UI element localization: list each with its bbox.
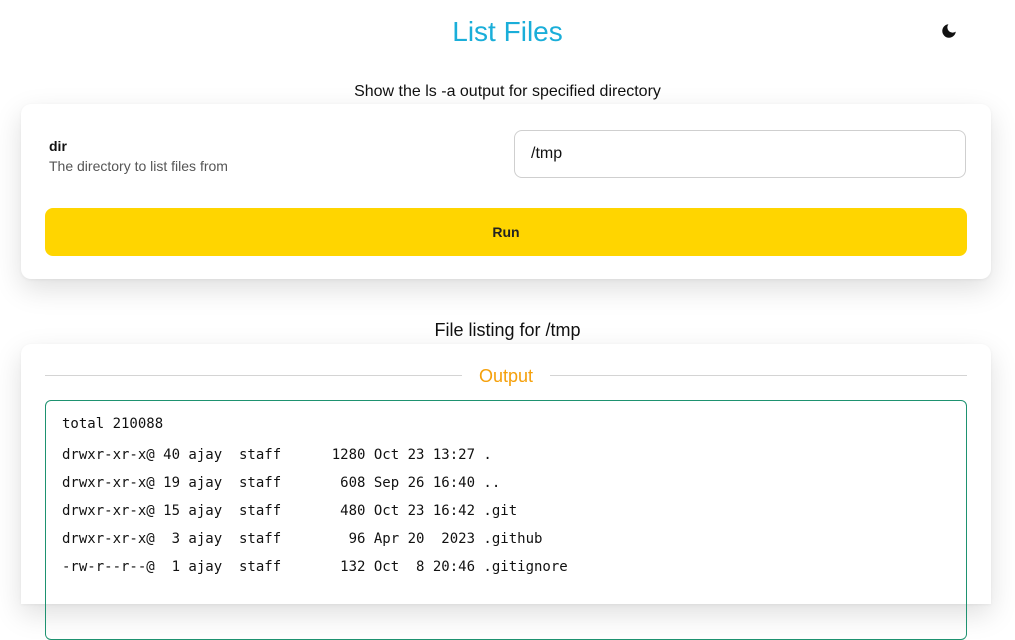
theme-toggle-button[interactable] — [936, 18, 962, 44]
field-label-dir: dir — [49, 138, 67, 154]
form-card: dir The directory to list files from Run — [21, 104, 991, 279]
output-line: drwxr-xr-x@ 19 ajay staff 608 Sep 26 16:… — [62, 475, 501, 491]
run-button[interactable]: Run — [45, 208, 967, 256]
page-title: List Files — [452, 16, 563, 47]
output-card: Output total 210088 drwxr-xr-x@ 40 ajay … — [21, 344, 991, 640]
divider-right — [550, 375, 967, 376]
output-section-label: Output — [478, 366, 534, 386]
output-line: total 210088 — [62, 416, 164, 432]
divider-left — [45, 375, 462, 376]
result-title: File listing for /tmp — [434, 320, 581, 340]
output-line: -rw-r--r--@ 1 ajay staff 132 Oct 8 20:46… — [62, 559, 568, 575]
output-line: drwxr-xr-x@ 15 ajay staff 480 Oct 23 16:… — [62, 503, 518, 519]
output-box[interactable]: total 210088 drwxr-xr-x@ 40 ajay staff 1… — [45, 400, 967, 640]
moon-icon — [942, 24, 956, 38]
dir-input[interactable] — [514, 130, 966, 178]
tool-description: Show the ls -a output for specified dire… — [354, 83, 661, 100]
output-line: drwxr-xr-x@ 3 ajay staff 96 Apr 20 2023 … — [62, 531, 543, 547]
field-description-dir: The directory to list files from — [49, 158, 228, 174]
output-line: drwxr-xr-x@ 40 ajay staff 1280 Oct 23 13… — [62, 447, 492, 463]
